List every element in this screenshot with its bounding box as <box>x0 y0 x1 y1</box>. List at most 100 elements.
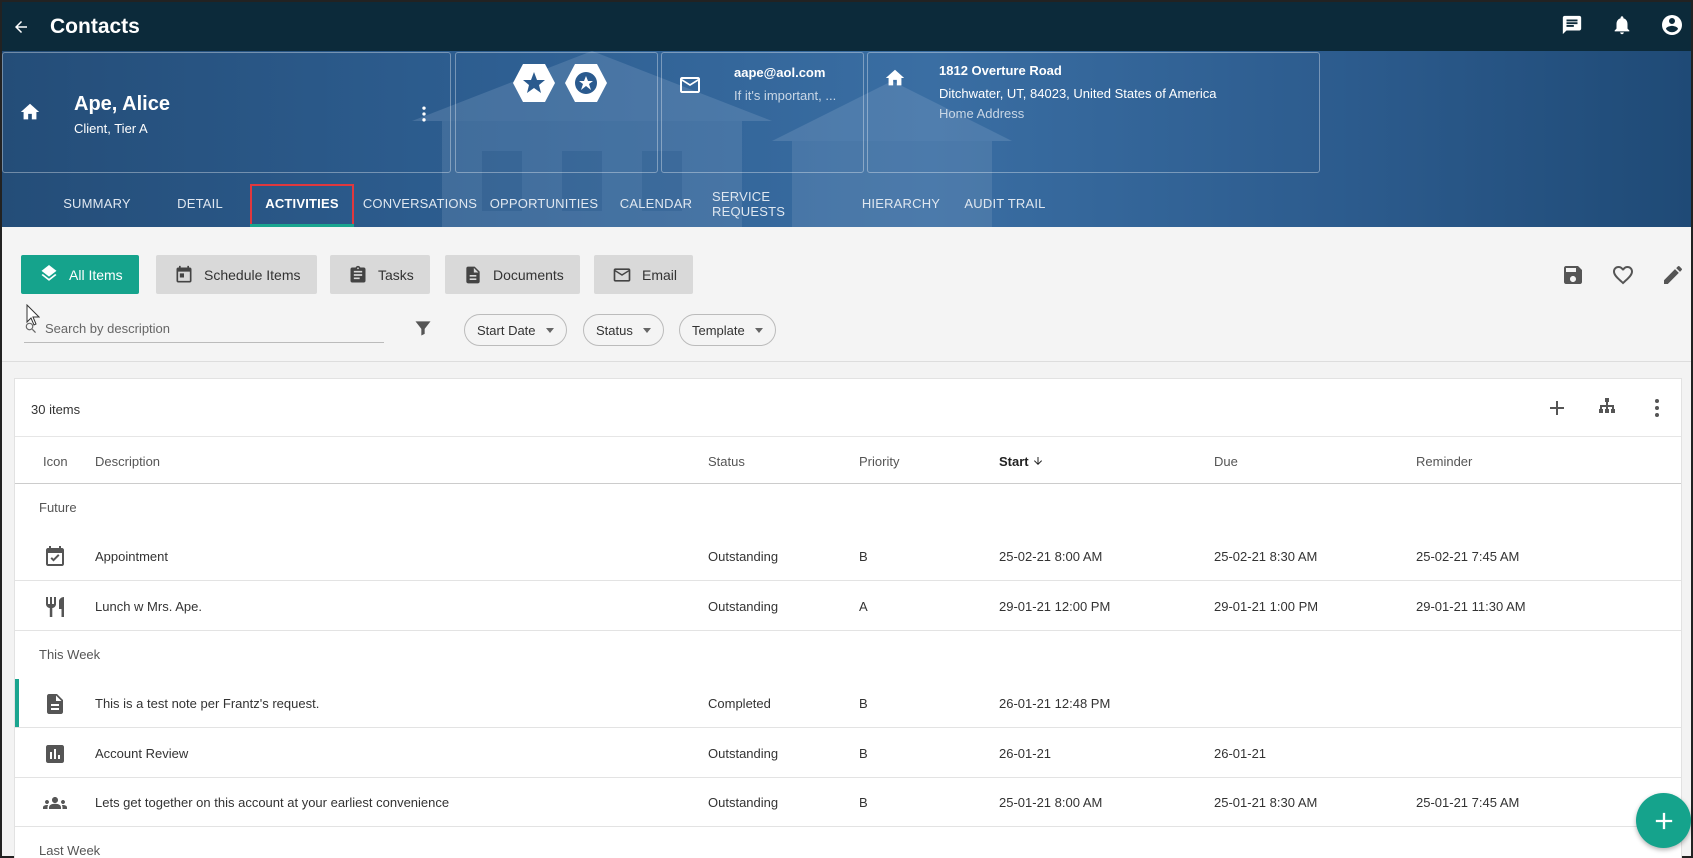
chevron-down-icon <box>754 327 763 333</box>
column-reminder[interactable]: Reminder <box>1416 454 1472 469</box>
row-status: Outstanding <box>708 795 779 810</box>
mail-icon <box>680 77 700 93</box>
table-row[interactable]: Lunch w Mrs. Ape. Outstanding A 29-01-21… <box>15 582 1681 631</box>
row-description: Appointment <box>95 549 168 564</box>
filter-icon[interactable] <box>413 318 433 338</box>
restaurant-icon <box>46 597 64 617</box>
chevron-down-icon <box>642 327 651 333</box>
row-reminder: 25-01-21 7:45 AM <box>1416 795 1520 810</box>
star-circle-badge-icon[interactable] <box>564 63 608 103</box>
column-description[interactable]: Description <box>95 454 160 469</box>
tab-conversations[interactable]: CONVERSATIONS <box>363 180 477 227</box>
row-priority: B <box>859 696 868 711</box>
row-status: Completed <box>708 696 771 711</box>
row-start: 25-02-21 8:00 AM <box>999 549 1103 564</box>
row-description: This is a test note per Frantz's request… <box>95 696 320 711</box>
sort-arrow-down-icon <box>1034 457 1043 465</box>
row-due: 29-01-21 1:00 PM <box>1214 599 1319 614</box>
column-due[interactable]: Due <box>1214 454 1238 469</box>
favorite-heart-icon[interactable] <box>1611 263 1635 287</box>
contact-header: Ape, Alice Client, Tier A aape@aol.com I… <box>2 51 1691 227</box>
template-filter-chip[interactable]: Template <box>679 314 776 346</box>
item-count: 30 items <box>31 402 81 417</box>
contact-subtitle: Client, Tier A <box>74 121 148 136</box>
row-description: Lunch w Mrs. Ape. <box>95 599 202 614</box>
column-status[interactable]: Status <box>708 454 745 469</box>
search-input[interactable] <box>45 317 375 339</box>
group-header: This Week <box>39 647 101 662</box>
email-note: If it's important, ... <box>734 88 837 103</box>
tab-service-requests[interactable]: SERVICE REQUESTS <box>712 180 844 227</box>
group-header: Future <box>39 500 77 515</box>
table-row[interactable]: Lets get together on this account at you… <box>15 778 1681 827</box>
row-due: 26-01-21 <box>1214 746 1267 761</box>
row-due: 25-01-21 8:30 AM <box>1214 795 1318 810</box>
hierarchy-icon[interactable] <box>1595 396 1619 420</box>
status-filter-chip[interactable]: Status <box>583 314 664 346</box>
save-icon[interactable] <box>1561 263 1585 287</box>
tab-activities[interactable]: ACTIVITIES <box>250 180 354 227</box>
back-arrow-icon[interactable] <box>12 18 30 36</box>
more-vertical-icon[interactable] <box>414 104 434 124</box>
contact-email[interactable]: aape@aol.com <box>734 65 825 80</box>
column-start[interactable]: Start <box>999 454 1044 469</box>
account-avatar-icon[interactable] <box>1659 12 1685 38</box>
tab-opportunities[interactable]: OPPORTUNITIES <box>488 180 600 227</box>
tab-hierarchy[interactable]: HIERARCHY <box>856 180 946 227</box>
table-row[interactable]: Account Review Outstanding B 26-01-21 26… <box>15 729 1681 778</box>
chat-icon[interactable] <box>1559 12 1585 38</box>
home-icon <box>885 69 905 86</box>
column-priority[interactable]: Priority <box>859 454 899 469</box>
group-icon <box>43 797 67 809</box>
add-activity-fab-button[interactable] <box>1636 793 1691 848</box>
layers-icon <box>41 264 57 281</box>
table-row[interactable]: Appointment Outstanding B 25-02-21 8:00 … <box>15 532 1681 581</box>
start-date-filter-chip[interactable]: Start Date <box>464 314 567 346</box>
tab-calendar[interactable]: CALENDAR <box>614 180 698 227</box>
tasks-button[interactable]: Tasks <box>330 255 430 294</box>
tab-audit-trail[interactable]: AUDIT TRAIL <box>960 180 1050 227</box>
star-badge-icon[interactable] <box>512 63 556 103</box>
add-icon[interactable] <box>1545 396 1569 420</box>
email-card[interactable]: aape@aol.com If it's important, ... <box>661 52 864 173</box>
address-type: Home Address <box>939 106 1025 121</box>
contact-tabs: SUMMARY DETAIL ACTIVITIES CONVERSATIONS … <box>2 180 1691 227</box>
note-icon <box>47 694 63 714</box>
tab-summary[interactable]: SUMMARY <box>42 180 152 227</box>
table-header: Icon Description Status Priority Start D… <box>15 436 1681 484</box>
calendar-check-icon <box>46 546 64 566</box>
row-due: 25-02-21 8:30 AM <box>1214 549 1318 564</box>
clipboard-icon <box>350 265 366 282</box>
row-status: Outstanding <box>708 599 779 614</box>
group-header: Last Week <box>39 843 101 858</box>
table-row[interactable]: This is a test note per Frantz's request… <box>15 679 1681 728</box>
schedule-items-button[interactable]: Schedule Items <box>156 255 317 294</box>
add-icon <box>1655 812 1672 829</box>
tab-detail[interactable]: DETAIL <box>150 180 250 227</box>
row-start: 25-01-21 8:00 AM <box>999 795 1103 810</box>
row-description: Lets get together on this account at you… <box>95 795 450 810</box>
notification-bell-icon[interactable] <box>1609 12 1635 38</box>
email-filter-button[interactable]: Email <box>594 255 694 294</box>
row-description: Account Review <box>95 746 189 761</box>
chart-icon <box>46 745 64 763</box>
all-items-button[interactable]: All Items <box>21 255 139 294</box>
row-priority: A <box>859 599 868 614</box>
edit-pencil-icon[interactable] <box>1661 263 1685 287</box>
address-line-1: 1812 Overture Road <box>939 63 1062 78</box>
row-priority: B <box>859 795 868 810</box>
row-status: Outstanding <box>708 746 779 761</box>
more-vertical-icon[interactable] <box>1645 396 1669 420</box>
row-priority: B <box>859 746 868 761</box>
document-icon <box>466 266 480 283</box>
activities-toolbar: All Items Schedule Items Tasks Documents… <box>2 227 1691 362</box>
address-card[interactable]: 1812 Overture Road Ditchwater, UT, 84023… <box>867 52 1320 173</box>
mail-icon <box>613 267 631 282</box>
address-line-2: Ditchwater, UT, 84023, United States of … <box>939 86 1217 101</box>
column-icon: Icon <box>43 454 68 469</box>
badges-card <box>455 52 658 173</box>
row-priority: B <box>859 549 868 564</box>
chevron-down-icon <box>545 327 554 333</box>
row-start: 26-01-21 12:48 PM <box>999 696 1111 711</box>
documents-button[interactable]: Documents <box>445 255 580 294</box>
